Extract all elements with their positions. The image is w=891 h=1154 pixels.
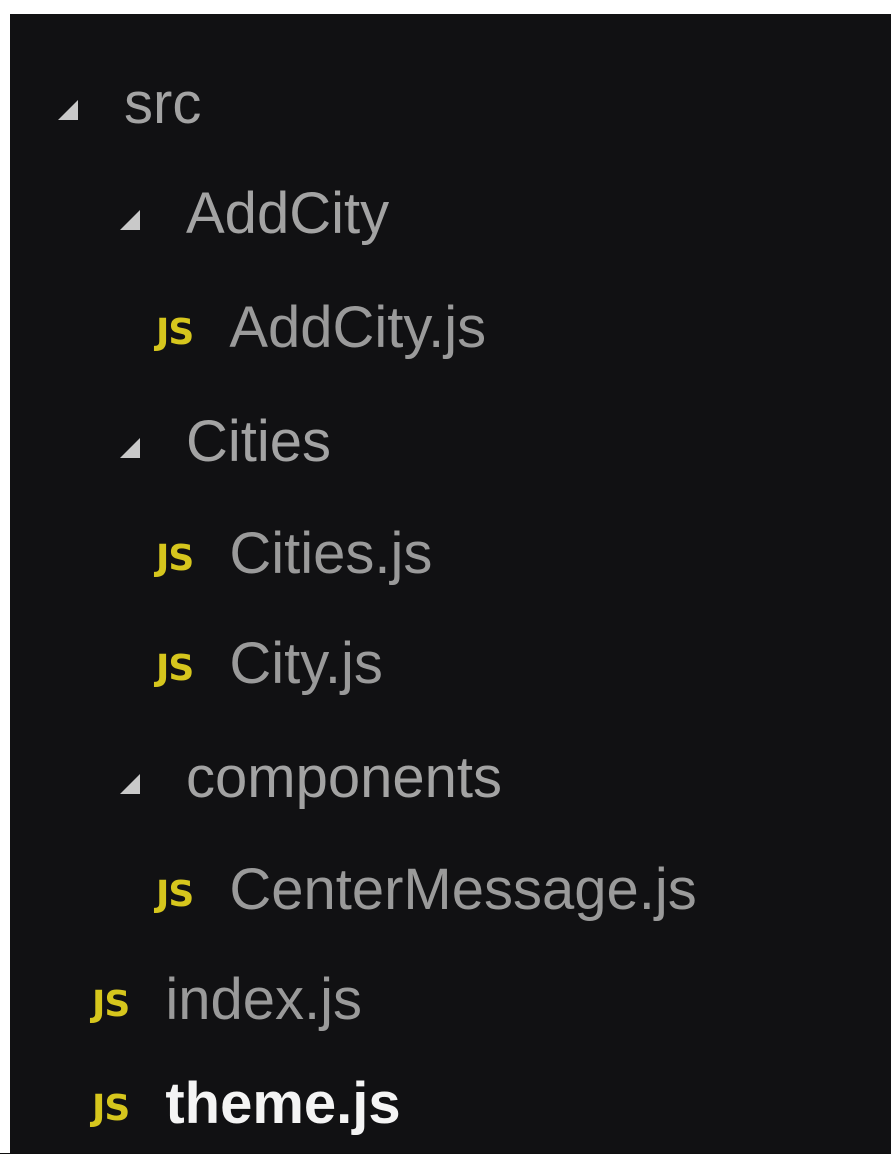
js-file-icon: JS bbox=[156, 647, 194, 689]
tree-file-theme-js[interactable]: JS theme.js bbox=[92, 1054, 401, 1154]
chevron-down-icon[interactable] bbox=[120, 210, 140, 230]
file-explorer-tree: src AddCity JS AddCity.js Cities JS Citi… bbox=[10, 14, 891, 1153]
tree-folder-src[interactable]: src bbox=[58, 54, 201, 154]
js-file-icon: JS bbox=[92, 983, 130, 1025]
chevron-down-icon[interactable] bbox=[120, 438, 140, 458]
tree-file-addcity-js[interactable]: JS AddCity.js bbox=[156, 278, 486, 378]
tree-folder-cities[interactable]: Cities bbox=[120, 392, 331, 492]
tree-folder-addcity[interactable]: AddCity bbox=[120, 164, 389, 264]
file-label: Cities.js bbox=[229, 521, 433, 586]
file-label: AddCity.js bbox=[229, 295, 487, 360]
chevron-down-icon[interactable] bbox=[58, 100, 78, 120]
folder-label: src bbox=[124, 71, 202, 136]
folder-label: Cities bbox=[186, 409, 332, 474]
tree-file-centermessage-js[interactable]: JS CenterMessage.js bbox=[156, 840, 697, 940]
js-file-icon: JS bbox=[92, 1087, 130, 1129]
file-label: CenterMessage.js bbox=[229, 857, 697, 922]
tree-file-index-js[interactable]: JS index.js bbox=[92, 950, 362, 1050]
chevron-down-icon[interactable] bbox=[120, 774, 140, 794]
file-label: index.js bbox=[165, 967, 362, 1032]
tree-file-city-js[interactable]: JS City.js bbox=[156, 614, 383, 714]
tree-file-cities-js[interactable]: JS Cities.js bbox=[156, 504, 432, 604]
js-file-icon: JS bbox=[156, 537, 194, 579]
file-label: City.js bbox=[229, 631, 383, 696]
js-file-icon: JS bbox=[156, 311, 194, 353]
folder-label: AddCity bbox=[186, 181, 390, 246]
tree-folder-components[interactable]: components bbox=[120, 728, 502, 828]
folder-label: components bbox=[186, 745, 502, 810]
file-label-active: theme.js bbox=[165, 1071, 401, 1136]
js-file-icon: JS bbox=[156, 873, 194, 915]
